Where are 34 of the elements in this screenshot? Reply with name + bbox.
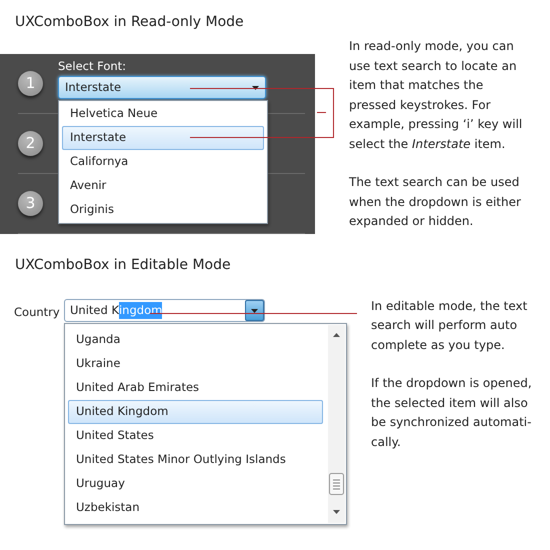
- text-selection: ingdom: [118, 302, 162, 320]
- font-combo-box[interactable]: Interstate: [58, 76, 266, 99]
- section-title: UXComboBox in Read-only Mode: [15, 13, 245, 32]
- dropdown-item[interactable]: United States Minor Outlying Islands: [68, 448, 323, 472]
- dropdown-item[interactable]: Helvetica Neue: [62, 102, 264, 126]
- dropdown-button[interactable]: [245, 300, 264, 321]
- scroll-down-icon: [333, 510, 340, 514]
- step-number: 3: [18, 191, 43, 216]
- description-text: If the dropdown is opened, the selected item will also be synchronized automati- cally.: [371, 375, 532, 450]
- dropdown-item[interactable]: Uzbekistan: [68, 496, 323, 520]
- field-label: Select Font:: [58, 58, 126, 75]
- description-text: In editable mode, the text search will perform auto complete as you type.: [371, 298, 528, 354]
- dropdown-item[interactable]: United Kingdom: [68, 400, 323, 424]
- step-number: 1: [18, 71, 43, 96]
- country-combo-box[interactable]: United Kingdom: [64, 299, 265, 322]
- caret-icon: [251, 308, 258, 312]
- dropdown-item[interactable]: United Arab Emirates: [68, 376, 323, 400]
- field-label: Country: [14, 304, 60, 321]
- caret-icon: [252, 86, 259, 90]
- dropdown-item[interactable]: Interstate: [62, 126, 264, 150]
- dropdown-item[interactable]: Ukraine: [68, 352, 323, 376]
- dropdown-item[interactable]: Uruguay: [68, 472, 323, 496]
- scroll-up-icon: [333, 333, 340, 337]
- step-number: 2: [18, 131, 43, 156]
- scrollbar[interactable]: [328, 325, 345, 523]
- scroll-thumb: [329, 473, 344, 495]
- dropdown-item[interactable]: Avenir: [62, 174, 264, 198]
- description-text: The text search can be used when the dropdown is either expanded or hidden.: [349, 174, 522, 230]
- dropdown-item[interactable]: Originis: [62, 198, 264, 222]
- description-text: In read-only mode, you can use text search to locate an item that matches the pressed keystrokes. For example, pressing ‘i’ key will select the Interstate item.: [349, 38, 522, 152]
- dropdown-item[interactable]: Californya: [62, 150, 264, 174]
- section-title: UXComboBox in Editable Mode: [15, 256, 231, 275]
- dropdown-item[interactable]: Uganda: [68, 328, 323, 352]
- dropdown-item[interactable]: United States: [68, 424, 323, 448]
